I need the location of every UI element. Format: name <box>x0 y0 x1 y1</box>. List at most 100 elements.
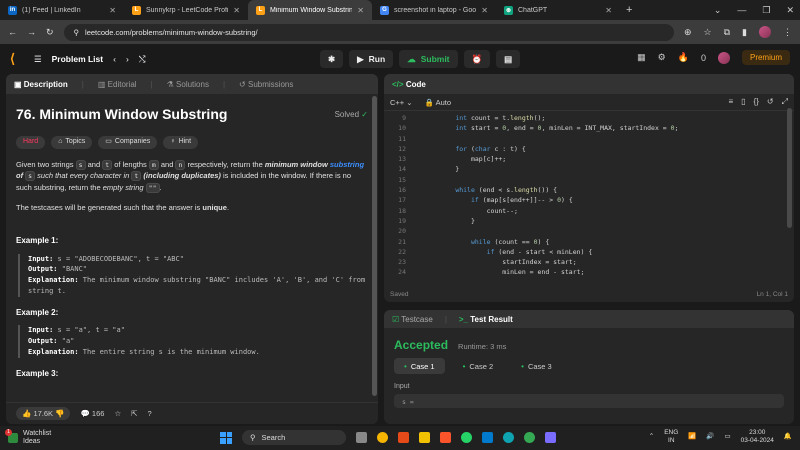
code-line[interactable]: 14 } <box>384 164 794 174</box>
office-icon[interactable] <box>398 432 409 443</box>
notification-bell-icon[interactable]: 🔔 <box>784 433 792 441</box>
forward-icon[interactable]: → <box>27 27 36 37</box>
minimize-icon[interactable]: — <box>737 5 746 15</box>
layout-icon[interactable]: ▦ <box>637 52 646 63</box>
language-indicator[interactable]: ENG IN <box>664 429 678 445</box>
watchlist-widget[interactable]: 1 Watchlist Ideas <box>5 429 51 445</box>
sidepanel-icon[interactable]: ▮ <box>742 27 747 38</box>
tab-testcase[interactable]: ☑ Testcase <box>392 315 433 324</box>
clock[interactable]: 23:00 03-04-2024 <box>741 429 774 445</box>
like-button[interactable]: 👍 17.6K 👎 <box>16 407 71 420</box>
close-icon[interactable]: ✕ <box>357 6 364 15</box>
bookmark-icon[interactable]: ▯ <box>741 97 745 107</box>
site-info-icon[interactable]: ⚲ <box>74 28 80 37</box>
close-window-icon[interactable]: ✕ <box>786 5 794 16</box>
help-icon[interactable]: ? <box>147 409 151 418</box>
thumbs-down-icon[interactable]: 👎 <box>55 409 64 418</box>
code-line[interactable]: 17 if (map[s[end++]]-- > 0) { <box>384 195 794 205</box>
vscode-icon[interactable] <box>482 432 493 443</box>
volume-icon[interactable]: 🔊 <box>706 433 714 441</box>
code-line[interactable]: 16 while (end < s.length()) { <box>384 185 794 195</box>
back-icon[interactable]: ← <box>8 27 17 37</box>
code-line[interactable]: 13 map[c]++; <box>384 154 794 164</box>
url-bar[interactable]: ⚲ leetcode.com/problems/minimum-window-s… <box>63 23 674 41</box>
user-avatar[interactable] <box>717 51 730 64</box>
code-line[interactable]: 9 int count = t.length(); <box>384 113 794 123</box>
browser-tab-chatgpt[interactable]: ⊛ ChatGPT ✕ <box>496 0 620 20</box>
code-line[interactable]: 11 <box>384 134 794 144</box>
chevron-down-icon[interactable]: ⌄ <box>714 5 722 16</box>
format-icon[interactable]: ≡ <box>728 97 733 107</box>
tab-description[interactable]: ▣ Description <box>14 80 68 89</box>
new-tab-icon[interactable]: + <box>626 4 632 16</box>
prev-problem-icon[interactable]: ‹ <box>113 54 116 64</box>
browser-tab-leetcode-profile[interactable]: L Sunnykrp - LeetCode Profile ✕ <box>124 0 248 20</box>
reload-icon[interactable]: ↻ <box>46 27 54 38</box>
debug-button[interactable]: ✱ <box>320 50 344 68</box>
bookmark-star-icon[interactable]: ☆ <box>704 27 712 38</box>
code-line[interactable]: 22 if (end - start < minLen) { <box>384 247 794 257</box>
chrome-canary-icon[interactable] <box>524 432 535 443</box>
chevron-up-icon[interactable]: ⌃ <box>649 433 654 441</box>
braces-icon[interactable]: {} <box>754 97 759 107</box>
problem-list-link[interactable]: Problem List <box>52 54 103 64</box>
file-explorer-icon[interactable] <box>419 432 430 443</box>
code-editor[interactable]: 9 int count = t.length(); 10 int start = … <box>384 111 794 278</box>
fullscreen-icon[interactable]: ⤢ <box>782 97 788 107</box>
favorite-star-icon[interactable]: ☆ <box>114 409 121 418</box>
brave-icon[interactable] <box>440 432 451 443</box>
code-line[interactable]: 15 <box>384 175 794 185</box>
tab-test-result[interactable]: >_ Test Result <box>459 315 513 324</box>
topics-tag[interactable]: ⌂ Topics <box>51 135 93 149</box>
close-icon[interactable]: ✕ <box>233 6 240 15</box>
premium-button[interactable]: Premium <box>741 50 790 65</box>
edge-icon[interactable] <box>503 432 514 443</box>
code-scrollbar[interactable] <box>787 108 792 228</box>
wifi-icon[interactable]: 📶 <box>688 433 696 441</box>
close-icon[interactable]: ✕ <box>109 6 116 15</box>
case-tab-1[interactable]: • Case 1 <box>394 358 445 374</box>
code-line[interactable]: 12 for (char c : t) { <box>384 144 794 154</box>
code-line[interactable]: 20 <box>384 226 794 236</box>
tab-editorial[interactable]: ▥ Editorial <box>98 80 137 89</box>
close-icon[interactable]: ✕ <box>605 6 612 15</box>
run-button[interactable]: ▶ Run <box>349 50 394 68</box>
next-problem-icon[interactable]: › <box>126 54 129 64</box>
windows-start-icon[interactable] <box>220 431 232 444</box>
browser-tab-minimum-window[interactable]: L Minimum Window Substring - ✕ <box>248 0 372 20</box>
chrome-icon[interactable] <box>377 432 388 443</box>
code-line[interactable]: 10 int start = 0, end = 0, minLen = INT_… <box>384 123 794 133</box>
code-line[interactable]: 19 } <box>384 216 794 226</box>
taskbar-search[interactable]: ⚲ Search <box>242 430 346 445</box>
auto-mode[interactable]: 🔒 Auto <box>425 98 451 107</box>
streak-fire-icon[interactable]: 🔥 <box>678 52 689 63</box>
settings-gear-icon[interactable]: ⚙ <box>658 52 666 63</box>
tab-submissions[interactable]: ↺ Submissions <box>239 80 293 89</box>
case-tab-3[interactable]: • Case 3 <box>511 358 562 374</box>
maximize-icon[interactable]: ❐ <box>762 5 770 16</box>
share-icon[interactable]: ⇱ <box>131 409 137 418</box>
battery-icon[interactable]: ▭ <box>725 433 731 441</box>
code-line[interactable]: 23 startIndex = start; <box>384 257 794 267</box>
extensions-icon[interactable]: ⧉ <box>724 27 730 38</box>
hint-tag[interactable]: ♀ Hint <box>163 135 199 149</box>
code-line[interactable]: 24 minLen = end - start; <box>384 267 794 277</box>
shuffle-icon[interactable]: ⤭ <box>139 54 146 65</box>
comments-button[interactable]: 💬 166 <box>80 409 104 418</box>
submit-button[interactable]: ☁ Submit <box>399 50 458 68</box>
close-icon[interactable]: ✕ <box>481 6 488 15</box>
browser-tab-google[interactable]: G screenshot in laptop - Google S ✕ <box>372 0 496 20</box>
companies-tag[interactable]: ▭ Companies <box>98 135 158 149</box>
case-tab-2[interactable]: • Case 2 <box>453 358 504 374</box>
photos-icon[interactable] <box>545 432 556 443</box>
reset-icon[interactable]: ↺ <box>767 97 774 107</box>
code-line[interactable]: 18 count--; <box>384 206 794 216</box>
profile-avatar[interactable] <box>759 26 771 38</box>
code-line[interactable]: 21 while (count == 0) { <box>384 237 794 247</box>
notes-button[interactable]: ▤ <box>496 50 521 68</box>
language-select[interactable]: C++ ⌄ <box>390 98 413 107</box>
browser-tab-linkedin[interactable]: in (1) Feed | LinkedIn ✕ <box>0 0 124 20</box>
timer-button[interactable]: ⏰ <box>463 50 491 68</box>
menu-icon[interactable]: ⋮ <box>783 27 792 38</box>
description-scrollbar[interactable] <box>372 96 377 396</box>
